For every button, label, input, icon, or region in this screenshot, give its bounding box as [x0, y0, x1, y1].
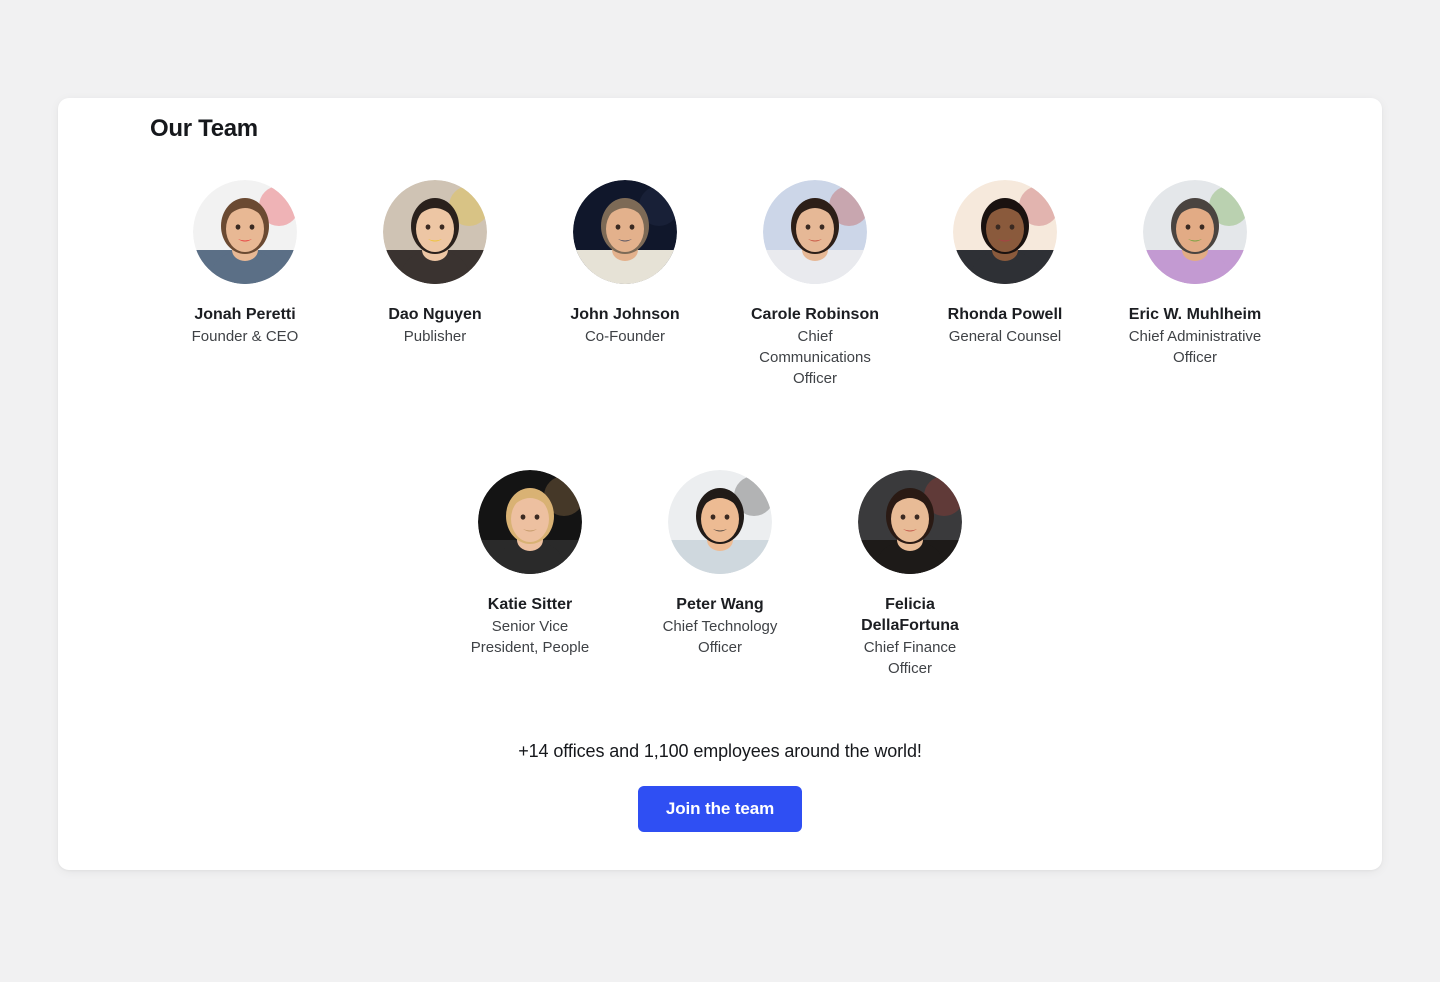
avatar-katie-sitter: [478, 470, 582, 574]
team-member-role: Publisher: [403, 328, 467, 345]
team-member[interactable]: John Johnson Co-Founder: [530, 180, 720, 347]
avatar-jonah-peretti: [193, 180, 297, 284]
page-title: Our Team: [150, 115, 258, 142]
team-row-primary: Jonah Peretti Founder & CEO Dao Nguyen Pub…: [58, 180, 1382, 389]
team-member-name: Peter Wang: [676, 596, 764, 613]
avatar-eric-muhlheim: [1143, 180, 1247, 284]
avatar-peter-wang-image: [668, 470, 772, 574]
avatar-john-johnson: [573, 180, 677, 284]
avatar-dao-nguyen: [383, 180, 487, 284]
avatar-john-johnson-image: [573, 180, 677, 284]
team-member[interactable]: Katie Sitter Senior Vice President, Peopl…: [435, 470, 625, 658]
team-member[interactable]: Eric W. Muhlheim Chief Administrative Off…: [1100, 180, 1290, 368]
join-the-team-button[interactable]: Join the team: [637, 786, 803, 832]
team-member-role: Senior Vice President, People: [470, 618, 590, 656]
team-member-role: Chief Technology Officer: [662, 618, 778, 656]
join-button-container: Join the team: [58, 786, 1382, 832]
team-row-secondary: Katie Sitter Senior Vice President, Peopl…: [58, 470, 1382, 679]
team-member-name: Eric W. Muhlheim: [1128, 306, 1262, 323]
avatar-rhonda-powell-image: [953, 180, 1057, 284]
team-member-role: Chief Finance Officer: [863, 639, 957, 677]
team-member[interactable]: Jonah Peretti Founder & CEO: [150, 180, 340, 347]
team-member[interactable]: Carole Robinson Chief Communications Offi…: [720, 180, 910, 389]
team-member[interactable]: Rhonda Powell General Counsel: [910, 180, 1100, 347]
avatar-dao-nguyen-image: [383, 180, 487, 284]
team-member-role: General Counsel: [948, 328, 1062, 345]
avatar-carole-robinson-image: [763, 180, 867, 284]
team-member[interactable]: Felicia DellaFortuna Chief Finance Office…: [815, 470, 1005, 679]
avatar-felicia-dellafortuna-image: [858, 470, 962, 574]
team-member-name: Dao Nguyen: [388, 306, 482, 323]
avatar-felicia-dellafortuna: [858, 470, 962, 574]
team-member-name: Rhonda Powell: [947, 306, 1063, 323]
team-card: Our Team Jonah Peretti Founder & CEO Dao…: [58, 98, 1382, 870]
team-stats-note: +14 offices and 1,100 employees around t…: [518, 741, 922, 761]
avatar-peter-wang: [668, 470, 772, 574]
team-member[interactable]: Dao Nguyen Publisher: [340, 180, 530, 347]
team-member-role: Chief Communications Officer: [759, 328, 871, 387]
page-root: Our Team Jonah Peretti Founder & CEO Dao…: [0, 0, 1440, 982]
avatar-carole-robinson: [763, 180, 867, 284]
team-member-role: Co-Founder: [584, 328, 666, 345]
avatar-katie-sitter-image: [478, 470, 582, 574]
team-member-name: Carole Robinson: [750, 306, 879, 323]
team-member-name: Jonah Peretti: [194, 306, 296, 323]
avatar-jonah-peretti-image: [193, 180, 297, 284]
avatar-eric-muhlheim-image: [1143, 180, 1247, 284]
team-member-role: Chief Administrative Officer: [1128, 328, 1262, 366]
team-member-role: Founder & CEO: [191, 328, 299, 345]
team-member-name: Katie Sitter: [487, 596, 573, 613]
team-member-name: Felicia DellaFortuna: [861, 596, 959, 634]
team-member-name: John Johnson: [570, 306, 680, 323]
avatar-rhonda-powell: [953, 180, 1057, 284]
team-member[interactable]: Peter Wang Chief Technology Officer: [625, 470, 815, 658]
